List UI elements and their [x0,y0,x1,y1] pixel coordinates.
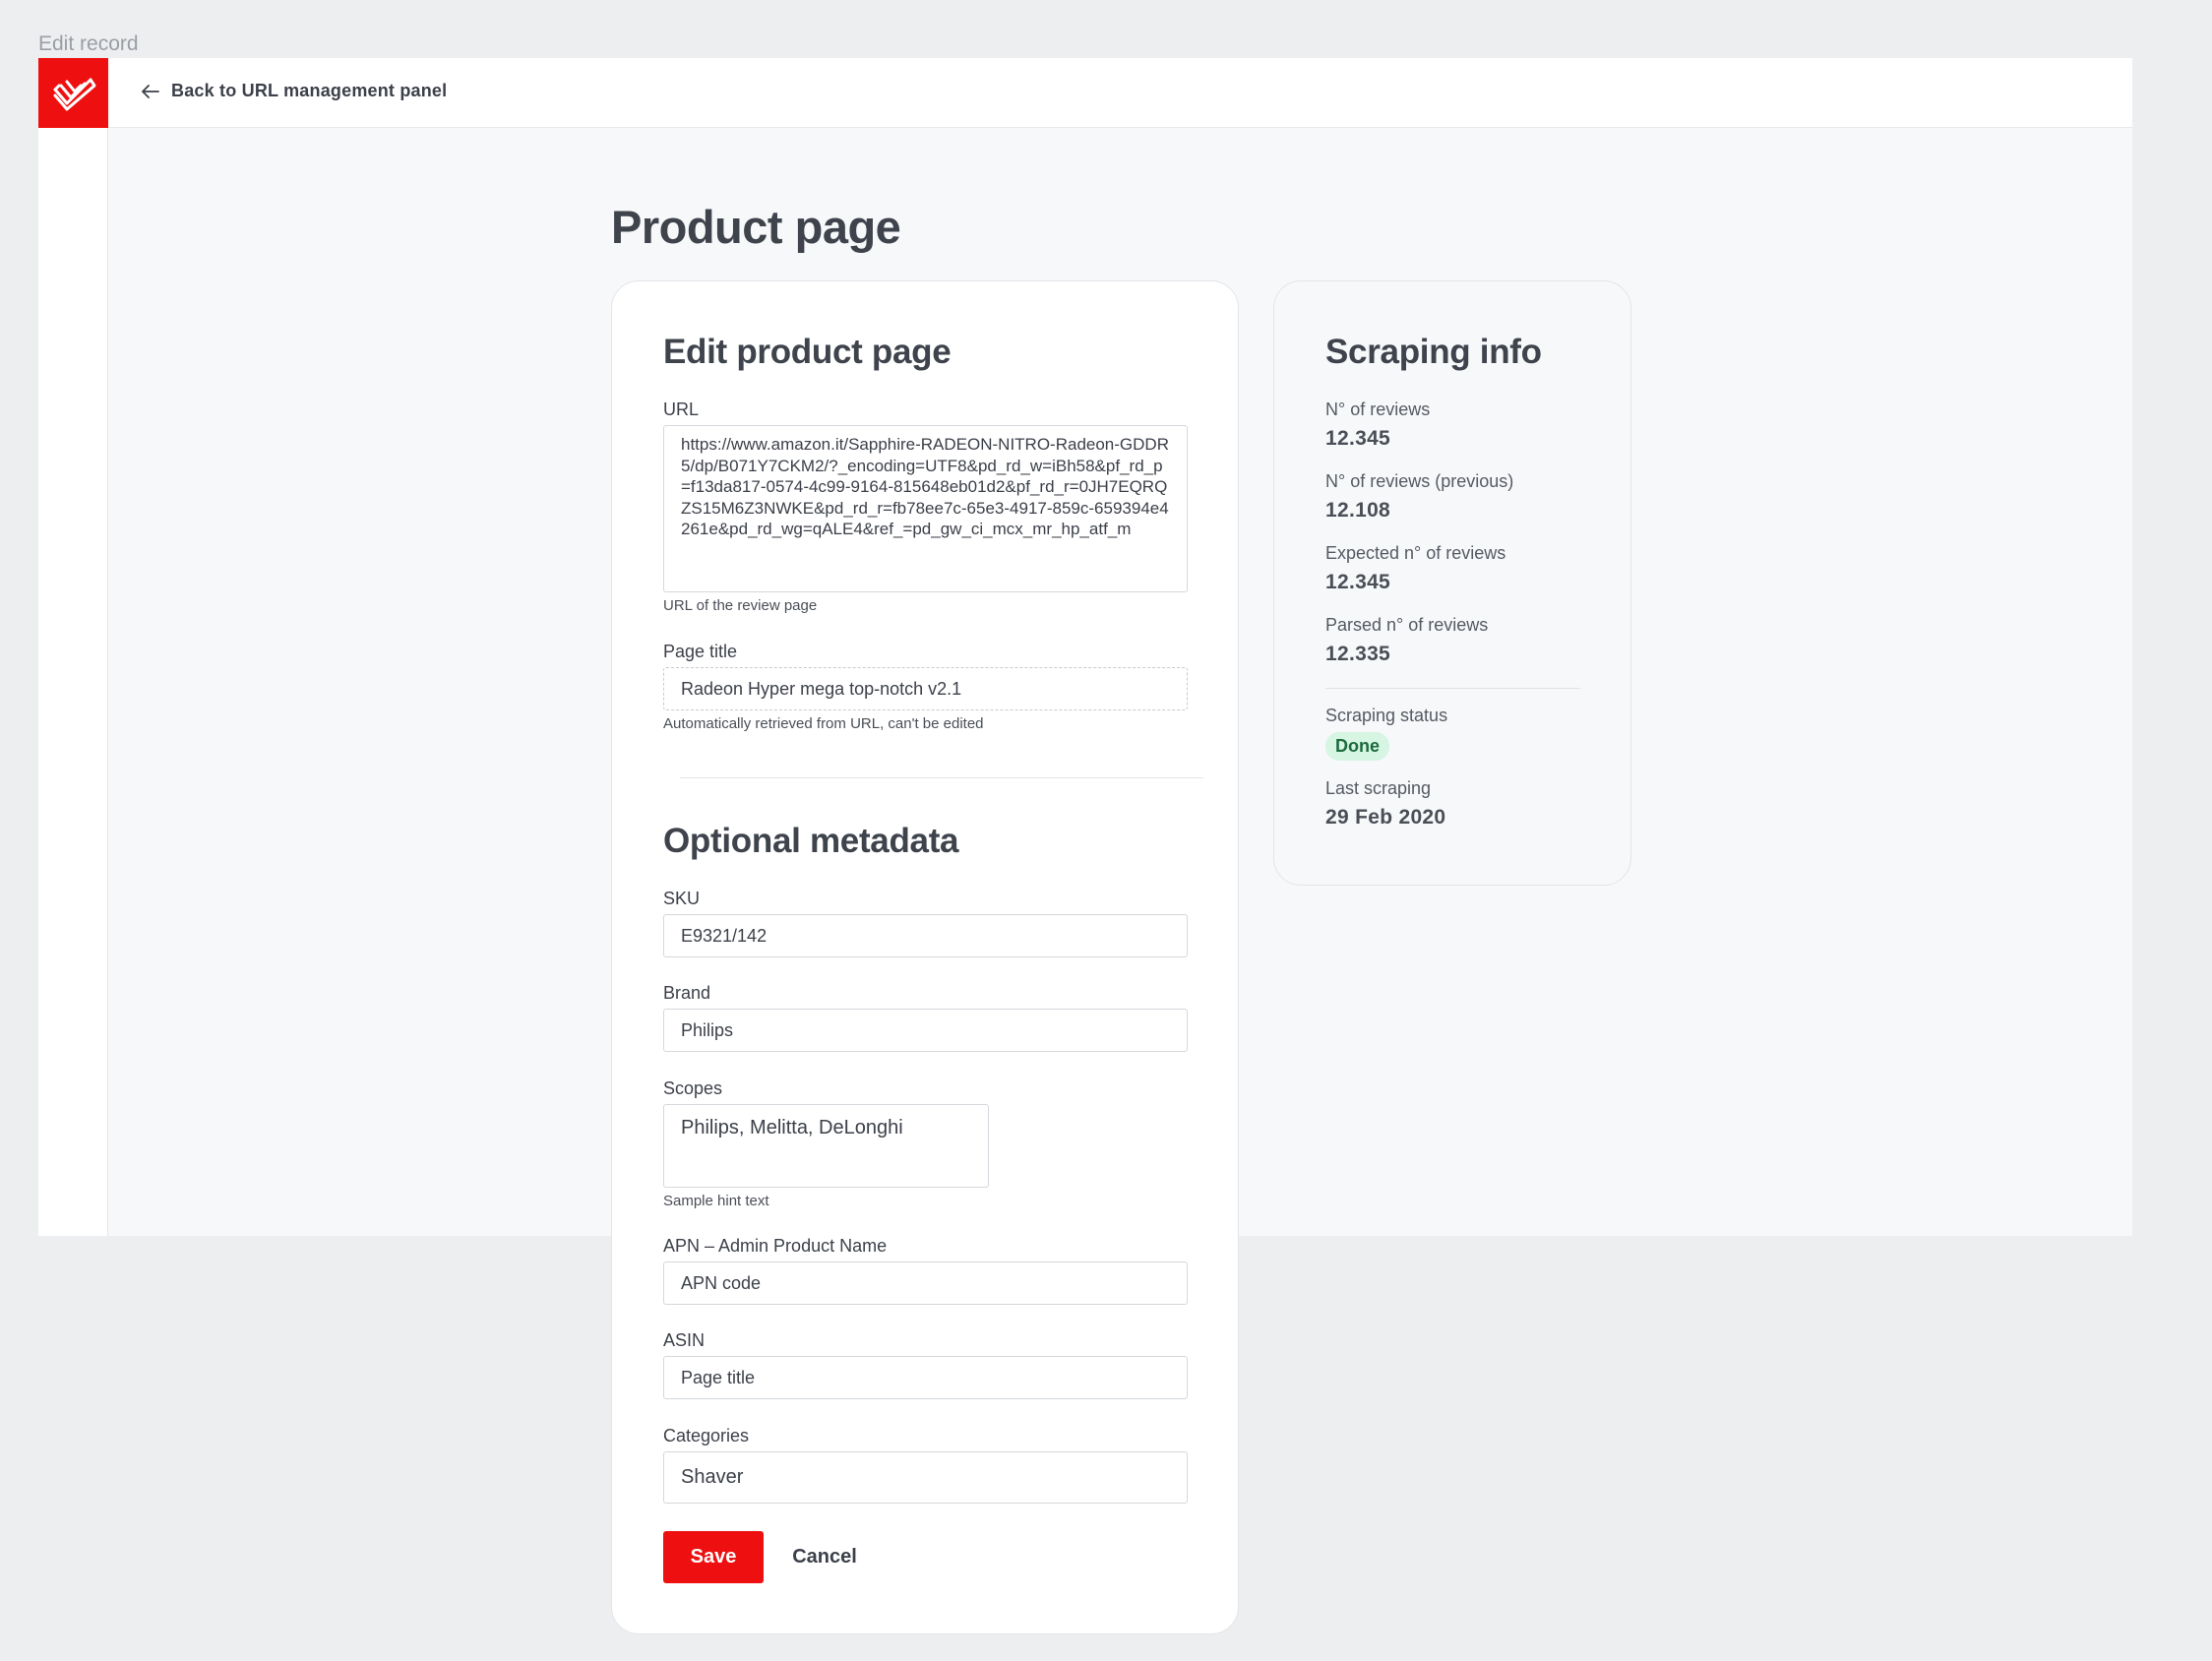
reviews-value: 12.345 [1325,427,1391,450]
scopes-textarea[interactable]: Philips, Melitta, DeLonghi [663,1104,989,1188]
brand-label: Brand [663,983,711,1003]
page-title: Product page [611,201,901,253]
logo[interactable] [38,58,108,128]
apn-placeholder: APN code [681,1272,762,1293]
page-title-hint: Automatically retrieved from URL, can't … [663,715,984,732]
reviews-label: N° of reviews [1325,400,1431,419]
sku-value: E9321/142 [681,925,768,946]
brand-logo-icon [53,78,95,110]
asin-label: ASIN [663,1330,706,1350]
page-title-field: Radeon Hyper mega top-notch v2.1 [663,667,1188,710]
categories-input[interactable]: Shaver [663,1451,1188,1504]
scraping-heading: Scraping info [1325,333,1542,371]
status-badge: Done [1325,732,1389,761]
save-button[interactable]: Save [663,1531,764,1583]
sidebar [38,128,108,1236]
apn-label: APN – Admin Product Name [663,1236,888,1256]
asin-placeholder: Page title [681,1367,756,1387]
reviews-prev-value: 12.108 [1325,499,1391,522]
brand-value: Philips [681,1019,734,1040]
asin-input[interactable]: Page title [663,1356,1188,1399]
section-divider [680,777,1203,778]
expected-value: 12.345 [1325,571,1391,593]
arrow-left-icon [142,84,159,98]
scraping-divider [1325,688,1580,689]
scraping-info-card: Scraping info N° of reviews 12.345 N° of… [1273,280,1631,886]
categories-value: Shaver [681,1466,744,1488]
page-title-value: Radeon Hyper mega top-notch v2.1 [681,678,962,699]
parsed-value: 12.335 [1325,643,1391,665]
top-bar: Back to URL management panel [108,58,2132,128]
url-label: URL [663,400,700,419]
expected-label: Expected n° of reviews [1325,543,1506,563]
apn-input[interactable]: APN code [663,1261,1188,1305]
url-textarea[interactable]: https://www.amazon.it/Sapphire-RADEON-NI… [663,425,1188,592]
brand-input[interactable]: Philips [663,1009,1188,1052]
page-title-label: Page title [663,642,738,661]
cancel-button[interactable]: Cancel [777,1531,872,1583]
reviews-prev-label: N° of reviews (previous) [1325,471,1514,491]
categories-label: Categories [663,1426,750,1446]
status-label: Scraping status [1325,706,1448,725]
back-link-label: Back to URL management panel [171,81,448,100]
back-link[interactable]: Back to URL management panel [142,81,447,101]
last-scraping-value: 29 Feb 2020 [1325,806,1446,829]
scopes-label: Scopes [663,1078,723,1098]
url-hint: URL of the review page [663,597,818,614]
last-scraping-label: Last scraping [1325,778,1432,798]
edit-card: Edit product page URL https://www.amazon… [611,280,1239,1634]
scopes-hint: Sample hint text [663,1193,769,1209]
metadata-heading: Optional metadata [663,822,959,860]
edit-heading: Edit product page [663,333,952,371]
window-caption: Edit record [38,32,139,55]
sku-label: SKU [663,889,701,908]
sku-input[interactable]: E9321/142 [663,914,1188,957]
parsed-label: Parsed n° of reviews [1325,615,1489,635]
